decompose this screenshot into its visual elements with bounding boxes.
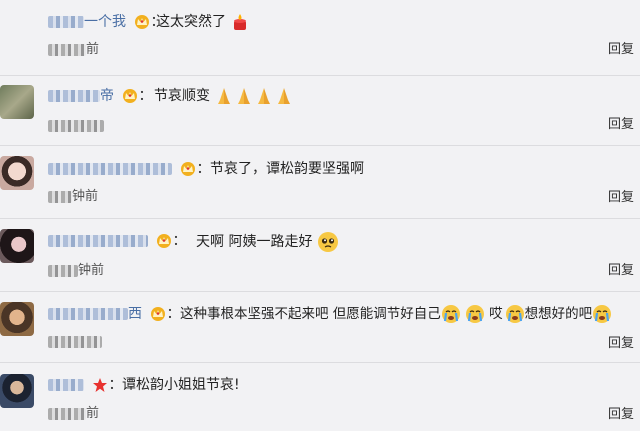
reply-button[interactable]: 回复: [608, 263, 634, 279]
comment-item: ： 谭松韵小姐姐节哀! 前 回复: [0, 363, 640, 431]
avatar[interactable]: [0, 85, 34, 119]
blurred-username: [48, 163, 172, 175]
comment-item: 帝 ： 节哀顺变 回复: [0, 76, 640, 145]
reply-button[interactable]: 回复: [608, 190, 634, 206]
crown-badge-icon: [181, 162, 196, 176]
comment-item: 西 ： 这种事根本坚强不起来吧 但愿能调节好自己 哎想想好的吧 回复: [0, 292, 640, 362]
reply-button[interactable]: 回复: [608, 117, 634, 133]
pray-hands-emoji-icon: [218, 88, 231, 104]
comment-time: 钟前: [48, 189, 98, 205]
crying-face-emoji-icon: [441, 305, 460, 323]
crown-badge-icon: [135, 15, 150, 29]
blurred-username: [48, 308, 128, 320]
username[interactable]: ：: [48, 376, 122, 394]
comment-item: ： 天啊 阿姨一路走好 钟前 回复: [0, 219, 640, 291]
blurred-username: [48, 379, 84, 391]
reply-button[interactable]: 回复: [608, 336, 634, 352]
comment-time: 钟前: [48, 263, 104, 279]
avatar[interactable]: [0, 156, 34, 190]
blurred-username: [48, 90, 100, 102]
reply-button[interactable]: 回复: [608, 42, 634, 58]
comment-text: 谭松韵小姐姐节哀!: [122, 377, 240, 393]
comment-time: [48, 118, 104, 134]
comment-time: 前: [48, 42, 99, 58]
crown-badge-icon: [157, 234, 172, 248]
avatar[interactable]: [0, 302, 34, 336]
comment-time: [48, 334, 102, 350]
username[interactable]: ：: [48, 160, 210, 178]
comment-item: 一个我 ： 这太突然了 前 回复: [0, 0, 640, 75]
crying-face-emoji-icon: [593, 305, 612, 323]
crying-face-emoji-icon: [505, 305, 524, 323]
comment-text: 天啊 阿姨一路走好: [196, 231, 339, 253]
blurred-username: [48, 16, 84, 28]
avatar[interactable]: [0, 229, 34, 263]
comment-text: 节哀顺变: [154, 86, 294, 106]
username[interactable]: 西 ：: [48, 305, 180, 323]
pray-hands-emoji-icon: [258, 88, 271, 104]
reply-button[interactable]: 回复: [608, 407, 634, 423]
comment-text: 这种事根本坚强不起来吧 但愿能调节好自己 哎想想好的吧: [180, 304, 612, 324]
pray-hands-emoji-icon: [278, 88, 291, 104]
pleading-face-emoji-icon: [317, 232, 338, 252]
comment-text: 节哀了，谭松韵要坚强啊: [210, 161, 364, 177]
username[interactable]: 帝 ：: [48, 87, 152, 105]
username[interactable]: 一个我 ：: [48, 13, 164, 31]
blurred-username: [48, 235, 148, 247]
candle-emoji-icon: [234, 14, 247, 30]
comment-text: 这太突然了: [156, 12, 250, 32]
star-badge-icon: [93, 378, 108, 392]
comment-time: 前: [48, 406, 99, 422]
pray-hands-emoji-icon: [238, 88, 251, 104]
crown-badge-icon: [123, 89, 138, 103]
crown-badge-icon: [151, 307, 166, 321]
username[interactable]: ：: [48, 232, 186, 250]
comment-item: ： 节哀了，谭松韵要坚强啊 钟前 回复: [0, 146, 640, 218]
avatar[interactable]: [0, 374, 34, 408]
crying-face-emoji-icon: [465, 305, 484, 323]
